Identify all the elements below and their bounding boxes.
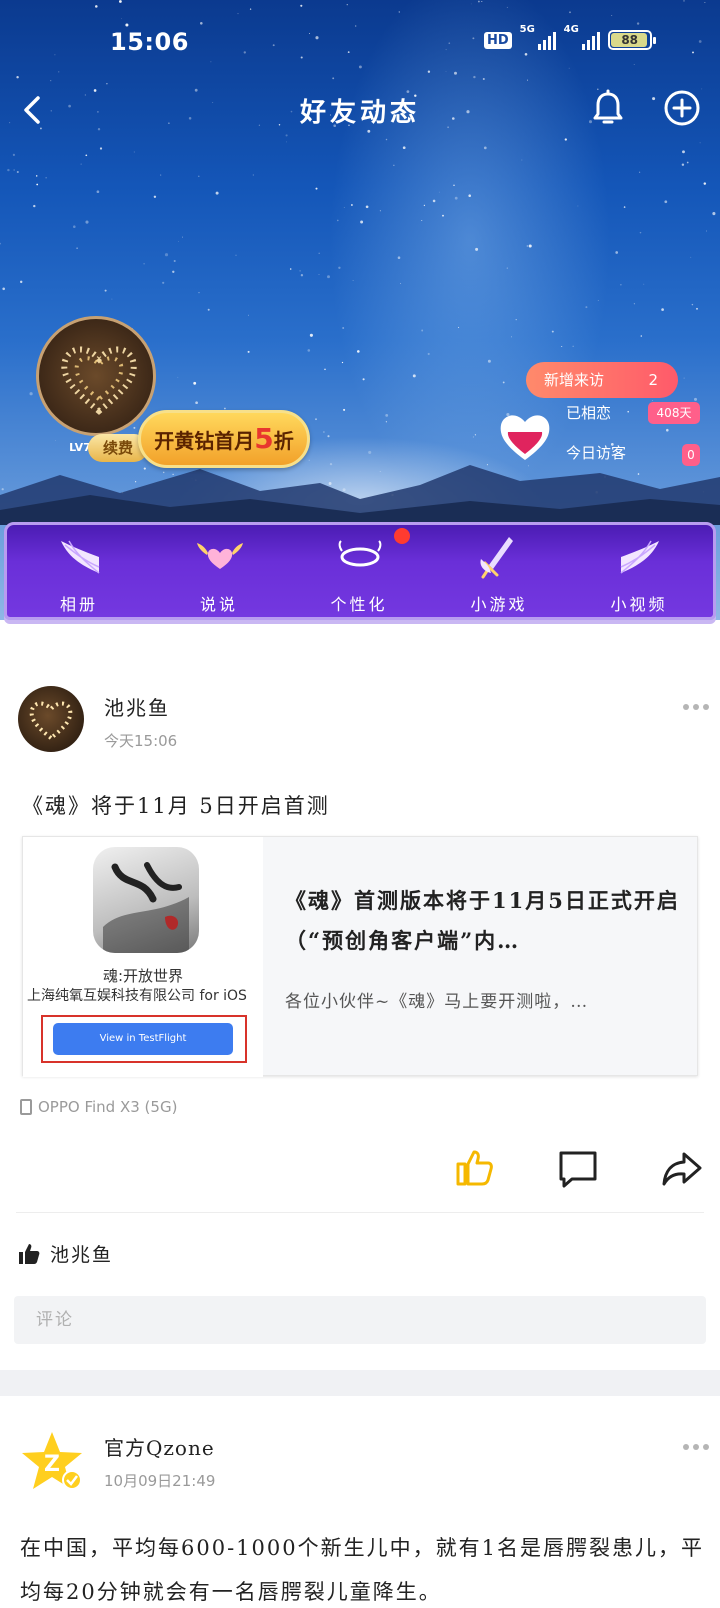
liked-by-row: 池兆鱼 bbox=[18, 1240, 113, 1267]
add-circle-icon[interactable] bbox=[662, 88, 702, 128]
app-company: 上海纯氧互娱科技有限公司 for iOS bbox=[27, 988, 247, 1004]
post-author-name[interactable]: 官方Qzone bbox=[104, 1432, 215, 1461]
post-text: 《魂》将于11月 5日开启首测 bbox=[22, 794, 330, 818]
vip-promo-number: 5 bbox=[254, 422, 274, 455]
system-icons: HD 5G 4G 88 bbox=[484, 24, 656, 50]
menu-label-moments: 说说 bbox=[199, 595, 238, 614]
top-nav: 好友动态 bbox=[0, 80, 720, 140]
notification-dot bbox=[394, 528, 410, 544]
post-timestamp: 10月09日21:49 bbox=[104, 1472, 216, 1490]
hd-voice-icon: HD bbox=[484, 31, 512, 49]
new-visits-label: 新增来访 bbox=[544, 371, 605, 389]
more-options-icon[interactable] bbox=[682, 702, 710, 712]
svg-text:Z: Z bbox=[44, 1452, 60, 1477]
menu-label-minigames: 小游戏 bbox=[470, 595, 528, 614]
days-together-label: 已相恋 bbox=[566, 404, 612, 422]
status-bar: 15:06 HD 5G 4G 88 bbox=[0, 22, 720, 62]
menu-item-moments[interactable]: 说说 bbox=[159, 525, 279, 617]
mountain-silhouette bbox=[0, 465, 720, 525]
bell-icon[interactable] bbox=[588, 88, 628, 128]
post-text: 在中国，平均每600-1000个新生儿中，就有1名是唇腭裂患儿，平均每20分钟就… bbox=[20, 1536, 704, 1604]
sword-icon bbox=[480, 537, 513, 579]
phone-icon bbox=[20, 1099, 32, 1115]
divider bbox=[16, 1212, 704, 1213]
today-visitors-badge: 0 bbox=[682, 444, 700, 466]
liker-name[interactable]: 池兆鱼 bbox=[50, 1240, 113, 1267]
menu-item-shortvideo[interactable]: 小视频 bbox=[579, 525, 699, 617]
menu-label-album: 相册 bbox=[59, 595, 98, 614]
feature-menu-bar: 相册 说说 个性化 小游戏 小视频 bbox=[4, 522, 716, 620]
card-thumbnail: 魂:开放世界 上海纯氧互娱科技有限公司 for iOS View in Test… bbox=[23, 837, 263, 1077]
feed-separator bbox=[0, 1370, 720, 1396]
post-author-avatar[interactable] bbox=[18, 686, 84, 752]
wing-icon bbox=[61, 540, 100, 574]
vip-promo-button[interactable]: 开黄钻首月5折 bbox=[138, 410, 310, 468]
device-name: OPPO Find X3 (5G) bbox=[38, 1098, 178, 1116]
post-author-name[interactable]: 池兆鱼 bbox=[104, 692, 170, 721]
signal-5g-icon: 5G bbox=[520, 24, 556, 50]
menu-item-minigames[interactable]: 小游戏 bbox=[439, 525, 559, 617]
heart-wing-icon bbox=[197, 543, 243, 569]
clock: 15:06 bbox=[110, 28, 189, 56]
menu-label-shortvideo: 小视频 bbox=[610, 595, 668, 614]
share-icon[interactable] bbox=[660, 1146, 704, 1190]
ink-splash-image bbox=[103, 862, 189, 953]
heart-lights-image bbox=[29, 701, 73, 741]
vip-promo-prefix: 开黄钻首月 bbox=[154, 429, 255, 453]
today-visitors-label: 今日访客 bbox=[566, 444, 627, 462]
love-heart-icon[interactable] bbox=[496, 408, 554, 464]
halo-icon bbox=[338, 540, 382, 567]
signal-4g-icon: 4G bbox=[564, 24, 600, 50]
testflight-highlight: View in TestFlight bbox=[41, 1015, 247, 1063]
app-name: 魂:开放世界 bbox=[102, 967, 184, 985]
qzone-star-logo[interactable]: Z bbox=[20, 1430, 84, 1492]
card-title: 《魂》首测版本将于11月5日正式开启（“预创角客户端”内… bbox=[285, 888, 680, 953]
view-in-testflight-button[interactable]: View in TestFlight bbox=[53, 1023, 233, 1055]
like-icon[interactable] bbox=[452, 1146, 496, 1190]
card-description: 各位小伙伴~《魂》马上要开测啦，… bbox=[285, 992, 589, 1012]
battery-icon: 88 bbox=[607, 30, 656, 50]
new-visits-pill[interactable]: 新增来访 2 bbox=[526, 362, 678, 398]
more-options-icon[interactable] bbox=[682, 1442, 710, 1452]
shared-link-card[interactable]: 魂:开放世界 上海纯氧互娱科技有限公司 for iOS View in Test… bbox=[22, 836, 698, 1077]
user-avatar[interactable] bbox=[36, 316, 156, 436]
vip-promo-suffix: 折 bbox=[273, 429, 294, 453]
post-timestamp: 今天15:06 bbox=[104, 732, 178, 750]
comment-icon[interactable] bbox=[556, 1146, 600, 1190]
comment-input[interactable] bbox=[14, 1296, 706, 1344]
new-visits-count: 2 bbox=[648, 371, 658, 389]
wing-icon bbox=[620, 540, 659, 574]
days-together-badge: 408天 bbox=[648, 402, 700, 424]
menu-label-personalize: 个性化 bbox=[330, 595, 388, 614]
device-info: OPPO Find X3 (5G) bbox=[20, 1098, 177, 1116]
thumbs-up-icon bbox=[19, 1243, 40, 1264]
app-icon bbox=[93, 847, 199, 953]
menu-item-album[interactable]: 相册 bbox=[19, 525, 139, 617]
